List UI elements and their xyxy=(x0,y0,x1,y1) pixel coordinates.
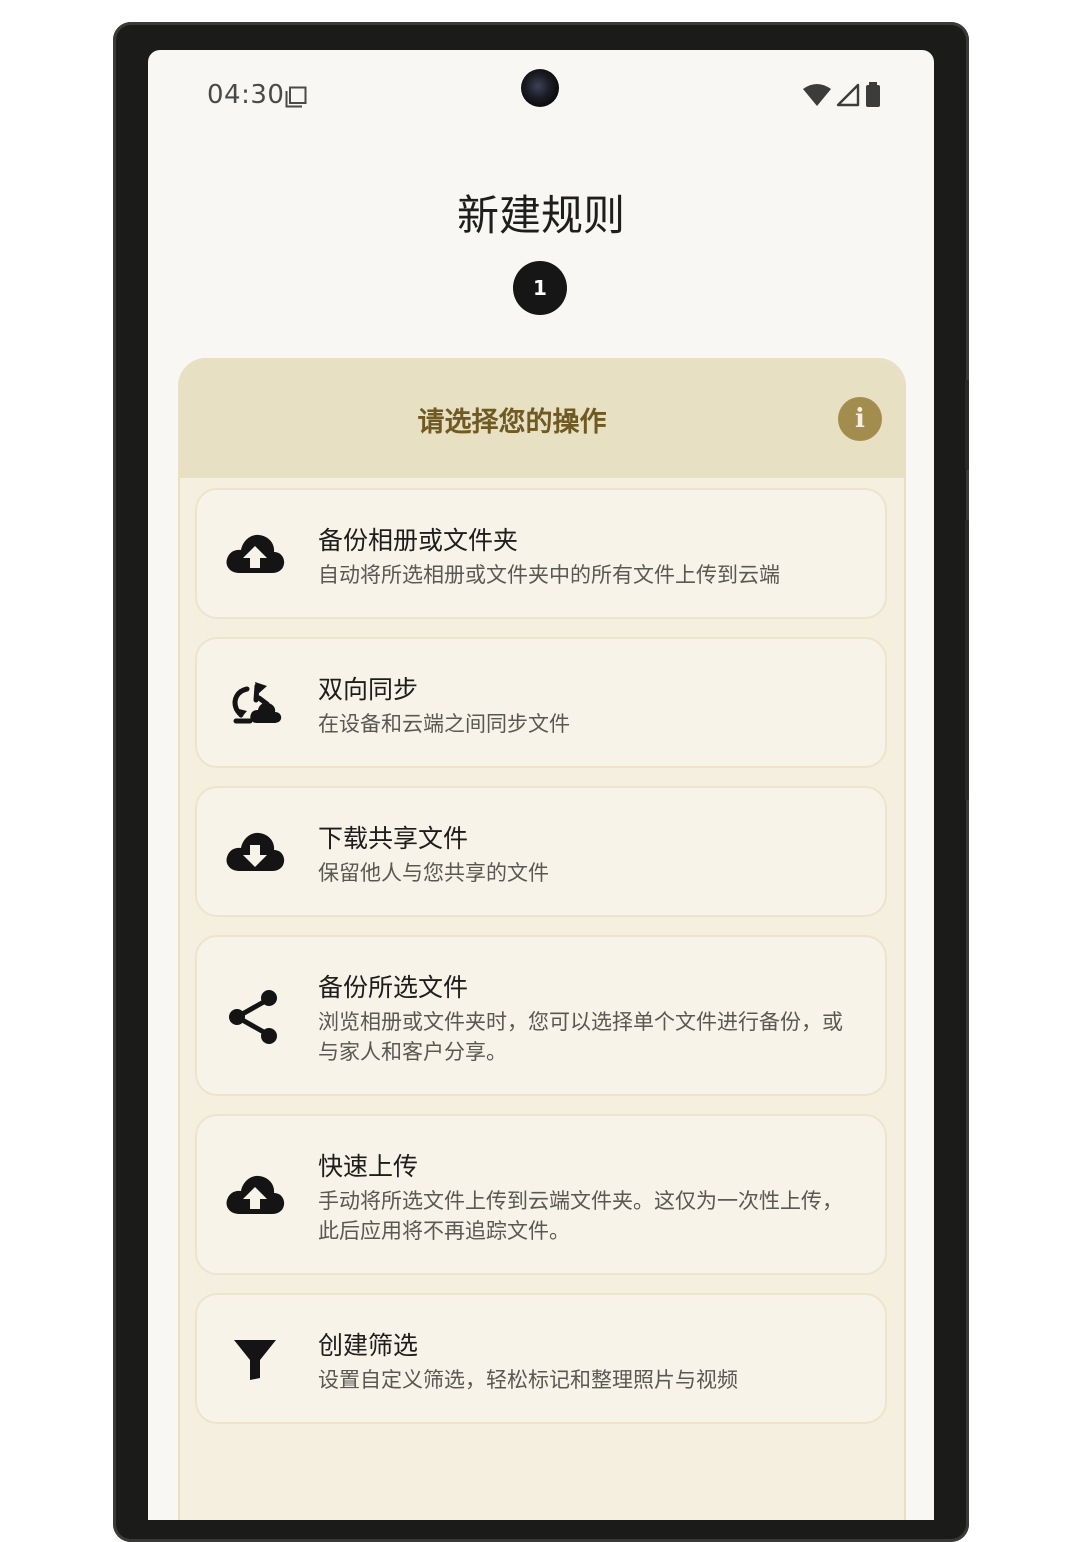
cloud-download-icon xyxy=(223,821,287,885)
phone-side-button xyxy=(965,520,969,800)
filter-icon xyxy=(223,1328,287,1392)
option-backup-selected-files[interactable]: 备份所选文件 浏览相册或文件夹时，您可以选择单个文件进行备份，或与家人和客户分享… xyxy=(195,935,887,1096)
panel-header-title: 请选择您的操作 xyxy=(417,407,607,438)
front-camera xyxy=(521,69,559,107)
option-description: 手动将所选文件上传到云端文件夹。这仅为一次性上传，此后应用将不再追踪文件。 xyxy=(318,1189,843,1243)
option-title: 创建筛选 xyxy=(318,1331,419,1360)
option-quick-upload[interactable]: 快速上传 手动将所选文件上传到云端文件夹。这仅为一次性上传，此后应用将不再追踪文… xyxy=(195,1114,887,1275)
option-title: 快速上传 xyxy=(318,1152,419,1181)
option-description: 保留他人与您共享的文件 xyxy=(318,861,549,885)
status-bar: 04:30 xyxy=(148,50,934,146)
status-time: 04:30 xyxy=(207,80,285,110)
cloud-upload-icon xyxy=(223,1164,287,1228)
cloud-upload-icon xyxy=(223,523,287,587)
phone-side-button xyxy=(965,380,969,470)
option-title: 备份所选文件 xyxy=(318,973,469,1002)
screen: 04:30 新建规则 1 请选择您的操作 i 备份相册或文件夹 自动将所选相册或… xyxy=(148,50,934,1520)
screenshot-icon xyxy=(285,86,307,108)
cellular-signal-icon xyxy=(836,83,860,111)
option-download-shared[interactable]: 下载共享文件 保留他人与您共享的文件 xyxy=(195,786,887,917)
panel-header: 请选择您的操作 i xyxy=(180,360,904,478)
status-icons xyxy=(802,82,882,112)
action-selection-panel: 请选择您的操作 i 备份相册或文件夹 自动将所选相册或文件夹中的所有文件上传到云… xyxy=(178,358,906,1520)
option-backup-album[interactable]: 备份相册或文件夹 自动将所选相册或文件夹中的所有文件上传到云端 xyxy=(195,488,887,619)
battery-icon xyxy=(864,82,882,112)
share-icon xyxy=(223,985,287,1049)
option-description: 自动将所选相册或文件夹中的所有文件上传到云端 xyxy=(318,563,780,587)
info-icon[interactable]: i xyxy=(838,397,882,441)
page-title: 新建规则 xyxy=(456,191,625,240)
two-way-sync-icon xyxy=(223,672,287,736)
wifi-icon xyxy=(802,83,832,111)
option-description: 浏览相册或文件夹时，您可以选择单个文件进行备份，或与家人和客户分享。 xyxy=(318,1010,843,1064)
option-title: 下载共享文件 xyxy=(318,824,469,853)
option-two-way-sync[interactable]: 双向同步 在设备和云端之间同步文件 xyxy=(195,637,887,768)
option-description: 在设备和云端之间同步文件 xyxy=(318,712,570,736)
option-description: 设置自定义筛选，轻松标记和整理照片与视频 xyxy=(318,1368,738,1392)
option-title: 备份相册或文件夹 xyxy=(318,526,519,555)
option-title: 双向同步 xyxy=(318,675,419,704)
step-indicator: 1 xyxy=(513,261,567,315)
option-create-filter[interactable]: 创建筛选 设置自定义筛选，轻松标记和整理照片与视频 xyxy=(195,1293,887,1424)
